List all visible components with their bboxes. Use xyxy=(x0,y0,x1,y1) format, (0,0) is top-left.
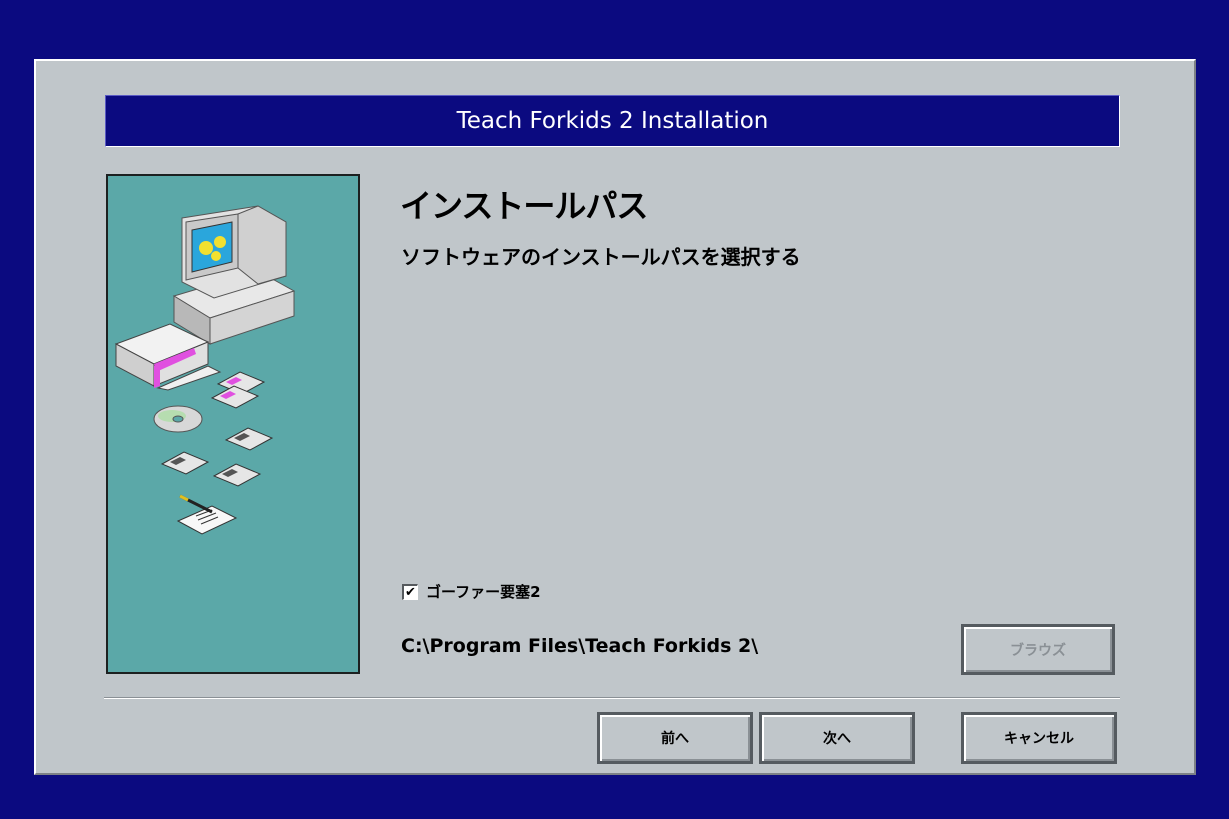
computer-icon xyxy=(172,205,296,345)
back-button-label: 前へ xyxy=(661,731,689,747)
pen-and-paper-icon xyxy=(176,494,238,535)
gopher-fortress-option[interactable]: ✔ ゴーファー要塞2 xyxy=(402,581,541,602)
installer-dialog: Teach Forkids 2 Installation インストールパス ソフ… xyxy=(34,59,1196,775)
cd-rom-icon xyxy=(153,405,203,433)
next-button-label: 次へ xyxy=(823,731,851,747)
gopher-fortress-label[interactable]: ゴーファー要塞2 xyxy=(426,581,541,602)
cancel-button-label: キャンセル xyxy=(1004,731,1074,747)
dialog-title-bar: Teach Forkids 2 Installation xyxy=(105,95,1120,147)
side-illustration-panel xyxy=(106,174,360,674)
next-button[interactable]: 次へ xyxy=(759,712,915,764)
install-path-value: C:\Program Files\Teach Forkids 2\ xyxy=(401,635,759,657)
browse-button[interactable]: ブラウズ xyxy=(961,624,1115,675)
checkmark-icon: ✔ xyxy=(405,584,416,600)
page-subheading: ソフトウェアのインストールパスを選択する xyxy=(401,245,801,269)
page-heading: インストールパス xyxy=(400,187,648,225)
back-button[interactable]: 前へ xyxy=(597,712,753,764)
gopher-fortress-checkbox[interactable]: ✔ xyxy=(402,583,418,600)
browse-button-label: ブラウズ xyxy=(1010,642,1066,659)
footer-divider xyxy=(104,697,1120,699)
installation-illustration xyxy=(114,205,296,535)
cancel-button[interactable]: キャンセル xyxy=(961,712,1117,764)
dialog-title: Teach Forkids 2 Installation xyxy=(456,108,769,134)
